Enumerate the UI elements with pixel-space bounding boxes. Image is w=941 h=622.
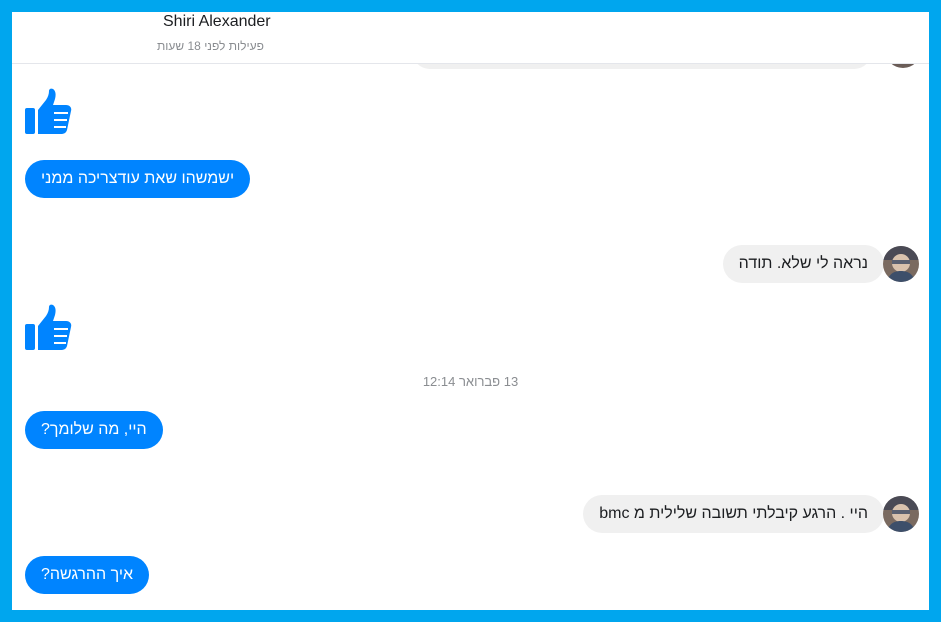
outgoing-message[interactable]: איך ההרגשה?: [25, 556, 150, 594]
outgoing-message[interactable]: ישמשהו שאת עודצריכה ממני: [25, 160, 251, 198]
incoming-message[interactable]: נראה לי שלא. תודה: [722, 245, 884, 283]
active-status: פעילות לפני 18 שעות: [157, 39, 264, 53]
conversation-window: Shiri Alexander פעילות לפני 18 שעות ישמש…: [0, 0, 941, 622]
thumbs-up-icon: [25, 88, 72, 134]
incoming-message[interactable]: היי . הרגע קיבלתי תשובה שלילית מ bmc: [583, 495, 884, 533]
contact-avatar[interactable]: [883, 246, 919, 282]
message-timestamp: 13 פברואר 12:14: [422, 374, 519, 389]
conversation-header: Shiri Alexander פעילות לפני 18 שעות: [12, 12, 929, 64]
contact-name[interactable]: Shiri Alexander: [163, 13, 271, 31]
outgoing-message[interactable]: היי, מה שלומך?: [25, 411, 163, 449]
thumbs-up-icon: [25, 304, 72, 350]
contact-avatar[interactable]: [883, 496, 919, 532]
